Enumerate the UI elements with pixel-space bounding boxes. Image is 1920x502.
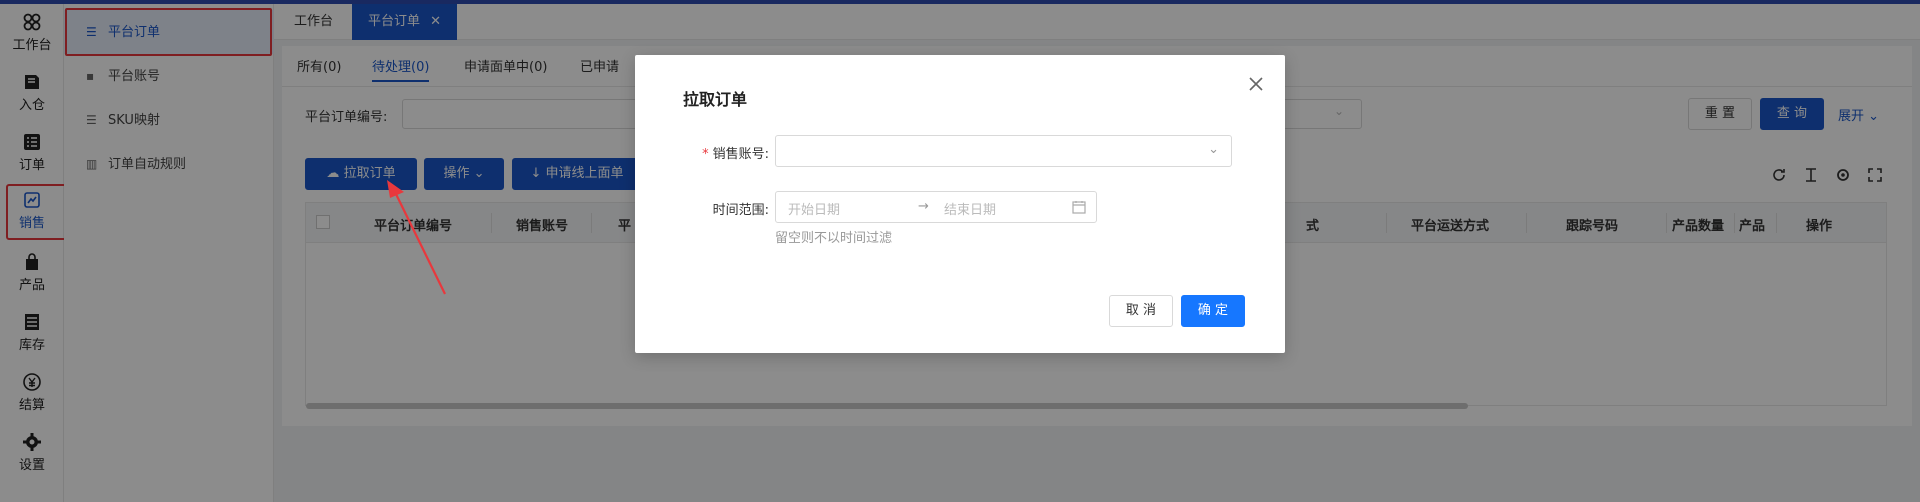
date-range-picker[interactable]: 开始日期 → 结束日期 [775, 191, 1097, 223]
range-arrow-icon: → [918, 199, 929, 214]
required-mark: * [702, 147, 709, 162]
sales-account-label-text: 销售账号: [712, 147, 769, 162]
calendar-icon [1072, 201, 1086, 214]
time-range-hint: 留空则不以时间过滤 [775, 231, 893, 246]
sales-account-select[interactable]: ⌄ [775, 135, 1232, 167]
time-range-label: 时间范围: [712, 203, 769, 218]
close-icon[interactable] [1247, 75, 1265, 93]
confirm-button[interactable]: 确 定 [1181, 295, 1245, 327]
end-date-input[interactable]: 结束日期 [944, 199, 996, 218]
cancel-button[interactable]: 取 消 [1109, 295, 1173, 327]
pull-orders-dialog: 拉取订单 * 销售账号: ⌄ 时间范围: 开始日期 → 结束日期 留空则不以时间过… [635, 55, 1285, 353]
dialog-title: 拉取订单 [683, 90, 748, 109]
sales-account-label: * 销售账号: [689, 143, 769, 162]
start-date-input[interactable]: 开始日期 [788, 199, 840, 218]
chevron-down-icon: ⌄ [1208, 142, 1219, 157]
